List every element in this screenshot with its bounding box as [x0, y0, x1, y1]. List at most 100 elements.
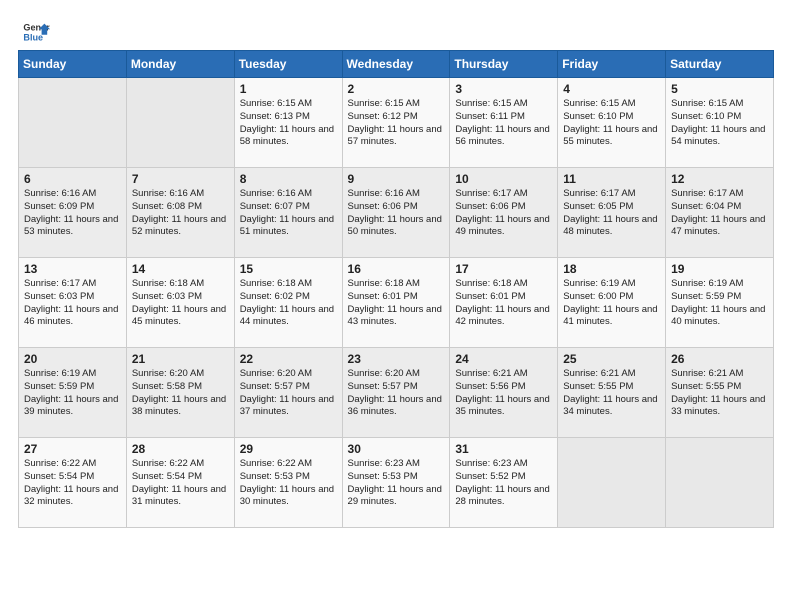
day-number: 25 — [563, 352, 660, 366]
cell-text: Sunrise: 6:19 AM Sunset: 6:00 PM Dayligh… — [563, 278, 660, 329]
calendar-cell: 18 Sunrise: 6:19 AM Sunset: 6:00 PM Dayli… — [558, 258, 666, 348]
day-number: 1 — [240, 82, 337, 96]
calendar-cell: 29 Sunrise: 6:22 AM Sunset: 5:53 PM Dayli… — [234, 438, 342, 528]
day-number: 15 — [240, 262, 337, 276]
calendar-cell: 10 Sunrise: 6:17 AM Sunset: 6:06 PM Dayli… — [450, 168, 558, 258]
calendar-cell — [19, 78, 127, 168]
day-number: 31 — [455, 442, 552, 456]
day-number: 14 — [132, 262, 229, 276]
cell-text: Sunrise: 6:19 AM Sunset: 5:59 PM Dayligh… — [24, 368, 121, 419]
week-row-2: 6 Sunrise: 6:16 AM Sunset: 6:09 PM Daylig… — [19, 168, 774, 258]
cell-text: Sunrise: 6:19 AM Sunset: 5:59 PM Dayligh… — [671, 278, 768, 329]
cell-text: Sunrise: 6:21 AM Sunset: 5:55 PM Dayligh… — [671, 368, 768, 419]
calendar-cell: 13 Sunrise: 6:17 AM Sunset: 6:03 PM Dayli… — [19, 258, 127, 348]
day-header-thursday: Thursday — [450, 51, 558, 78]
day-number: 5 — [671, 82, 768, 96]
calendar-cell: 20Sunrise: 6:19 AM Sunset: 5:59 PM Dayli… — [19, 348, 127, 438]
cell-text: Sunrise: 6:18 AM Sunset: 6:03 PM Dayligh… — [132, 278, 229, 329]
cell-text: Sunrise: 6:16 AM Sunset: 6:06 PM Dayligh… — [348, 188, 445, 239]
day-number: 11 — [563, 172, 660, 186]
cell-text: Sunrise: 6:15 AM Sunset: 6:12 PM Dayligh… — [348, 98, 445, 149]
day-number: 23 — [348, 352, 445, 366]
cell-text: Sunrise: 6:17 AM Sunset: 6:03 PM Dayligh… — [24, 278, 121, 329]
cell-text: Sunrise: 6:15 AM Sunset: 6:10 PM Dayligh… — [563, 98, 660, 149]
day-number: 10 — [455, 172, 552, 186]
day-header-monday: Monday — [126, 51, 234, 78]
day-number: 27 — [24, 442, 121, 456]
day-number: 17 — [455, 262, 552, 276]
day-number: 13 — [24, 262, 121, 276]
day-number: 12 — [671, 172, 768, 186]
calendar-cell: 27 Sunrise: 6:22 AM Sunset: 5:54 PM Dayli… — [19, 438, 127, 528]
calendar-cell: 5 Sunrise: 6:15 AM Sunset: 6:10 PM Daylig… — [666, 78, 774, 168]
calendar-cell: 23 Sunrise: 6:20 AM Sunset: 5:57 PM Dayli… — [342, 348, 450, 438]
calendar-cell: 19 Sunrise: 6:19 AM Sunset: 5:59 PM Dayli… — [666, 258, 774, 348]
week-row-5: 27 Sunrise: 6:22 AM Sunset: 5:54 PM Dayli… — [19, 438, 774, 528]
cell-text: Sunrise: 6:15 AM Sunset: 6:10 PM Dayligh… — [671, 98, 768, 149]
day-number: 24 — [455, 352, 552, 366]
day-header-tuesday: Tuesday — [234, 51, 342, 78]
cell-text: Sunrise: 6:22 AM Sunset: 5:54 PM Dayligh… — [24, 458, 121, 509]
cell-text: Sunrise: 6:16 AM Sunset: 6:09 PM Dayligh… — [24, 188, 121, 239]
calendar-cell: 25 Sunrise: 6:21 AM Sunset: 5:55 PM Dayli… — [558, 348, 666, 438]
calendar-wrapper: SundayMondayTuesdayWednesdayThursdayFrid… — [10, 50, 782, 536]
cell-text: Sunrise: 6:17 AM Sunset: 6:05 PM Dayligh… — [563, 188, 660, 239]
day-header-sunday: Sunday — [19, 51, 127, 78]
day-number: 4 — [563, 82, 660, 96]
calendar-cell: 24Sunrise: 6:21 AM Sunset: 5:56 PM Dayli… — [450, 348, 558, 438]
day-number: 18 — [563, 262, 660, 276]
day-number: 28 — [132, 442, 229, 456]
cell-text: Sunrise: 6:20 AM Sunset: 5:57 PM Dayligh… — [348, 368, 445, 419]
calendar-cell: 8 Sunrise: 6:16 AM Sunset: 6:07 PM Daylig… — [234, 168, 342, 258]
calendar-cell: 1 Sunrise: 6:15 AM Sunset: 6:13 PM Daylig… — [234, 78, 342, 168]
cell-text: Sunrise: 6:23 AM Sunset: 5:53 PM Dayligh… — [348, 458, 445, 509]
calendar-cell: 3 Sunrise: 6:15 AM Sunset: 6:11 PM Daylig… — [450, 78, 558, 168]
calendar-cell: 6 Sunrise: 6:16 AM Sunset: 6:09 PM Daylig… — [19, 168, 127, 258]
calendar-cell: 14 Sunrise: 6:18 AM Sunset: 6:03 PM Dayli… — [126, 258, 234, 348]
cell-text: Sunrise: 6:17 AM Sunset: 6:06 PM Dayligh… — [455, 188, 552, 239]
header: General Blue — [10, 10, 782, 50]
logo-icon: General Blue — [22, 18, 50, 46]
calendar-cell: 2 Sunrise: 6:15 AM Sunset: 6:12 PM Daylig… — [342, 78, 450, 168]
cell-text: Sunrise: 6:20 AM Sunset: 5:58 PM Dayligh… — [132, 368, 229, 419]
calendar-cell — [666, 438, 774, 528]
day-number: 2 — [348, 82, 445, 96]
calendar-cell: 17 Sunrise: 6:18 AM Sunset: 6:01 PM Dayli… — [450, 258, 558, 348]
cell-text: Sunrise: 6:22 AM Sunset: 5:54 PM Dayligh… — [132, 458, 229, 509]
calendar-cell: 21 Sunrise: 6:20 AM Sunset: 5:58 PM Dayli… — [126, 348, 234, 438]
calendar-cell: 15 Sunrise: 6:18 AM Sunset: 6:02 PM Dayli… — [234, 258, 342, 348]
day-number: 30 — [348, 442, 445, 456]
day-number: 21 — [132, 352, 229, 366]
week-row-4: 20Sunrise: 6:19 AM Sunset: 5:59 PM Dayli… — [19, 348, 774, 438]
calendar-cell — [558, 438, 666, 528]
day-number: 19 — [671, 262, 768, 276]
calendar-cell: 16Sunrise: 6:18 AM Sunset: 6:01 PM Dayli… — [342, 258, 450, 348]
cell-text: Sunrise: 6:22 AM Sunset: 5:53 PM Dayligh… — [240, 458, 337, 509]
calendar-cell: 7Sunrise: 6:16 AM Sunset: 6:08 PM Daylig… — [126, 168, 234, 258]
calendar-cell: 4 Sunrise: 6:15 AM Sunset: 6:10 PM Daylig… — [558, 78, 666, 168]
week-row-1: 1 Sunrise: 6:15 AM Sunset: 6:13 PM Daylig… — [19, 78, 774, 168]
day-number: 26 — [671, 352, 768, 366]
calendar-cell: 30 Sunrise: 6:23 AM Sunset: 5:53 PM Dayli… — [342, 438, 450, 528]
day-number: 9 — [348, 172, 445, 186]
cell-text: Sunrise: 6:18 AM Sunset: 6:01 PM Dayligh… — [348, 278, 445, 329]
day-number: 3 — [455, 82, 552, 96]
day-number: 6 — [24, 172, 121, 186]
cell-text: Sunrise: 6:23 AM Sunset: 5:52 PM Dayligh… — [455, 458, 552, 509]
cell-text: Sunrise: 6:15 AM Sunset: 6:11 PM Dayligh… — [455, 98, 552, 149]
calendar-cell: 11 Sunrise: 6:17 AM Sunset: 6:05 PM Dayli… — [558, 168, 666, 258]
cell-text: Sunrise: 6:18 AM Sunset: 6:01 PM Dayligh… — [455, 278, 552, 329]
days-header-row: SundayMondayTuesdayWednesdayThursdayFrid… — [19, 51, 774, 78]
cell-text: Sunrise: 6:18 AM Sunset: 6:02 PM Dayligh… — [240, 278, 337, 329]
cell-text: Sunrise: 6:15 AM Sunset: 6:13 PM Dayligh… — [240, 98, 337, 149]
calendar-cell: 26 Sunrise: 6:21 AM Sunset: 5:55 PM Dayli… — [666, 348, 774, 438]
cell-text: Sunrise: 6:16 AM Sunset: 6:07 PM Dayligh… — [240, 188, 337, 239]
calendar-table: SundayMondayTuesdayWednesdayThursdayFrid… — [18, 50, 774, 528]
day-number: 8 — [240, 172, 337, 186]
cell-text: Sunrise: 6:16 AM Sunset: 6:08 PM Dayligh… — [132, 188, 229, 239]
day-number: 29 — [240, 442, 337, 456]
calendar-cell: 22Sunrise: 6:20 AM Sunset: 5:57 PM Dayli… — [234, 348, 342, 438]
day-header-friday: Friday — [558, 51, 666, 78]
cell-text: Sunrise: 6:21 AM Sunset: 5:55 PM Dayligh… — [563, 368, 660, 419]
day-header-wednesday: Wednesday — [342, 51, 450, 78]
